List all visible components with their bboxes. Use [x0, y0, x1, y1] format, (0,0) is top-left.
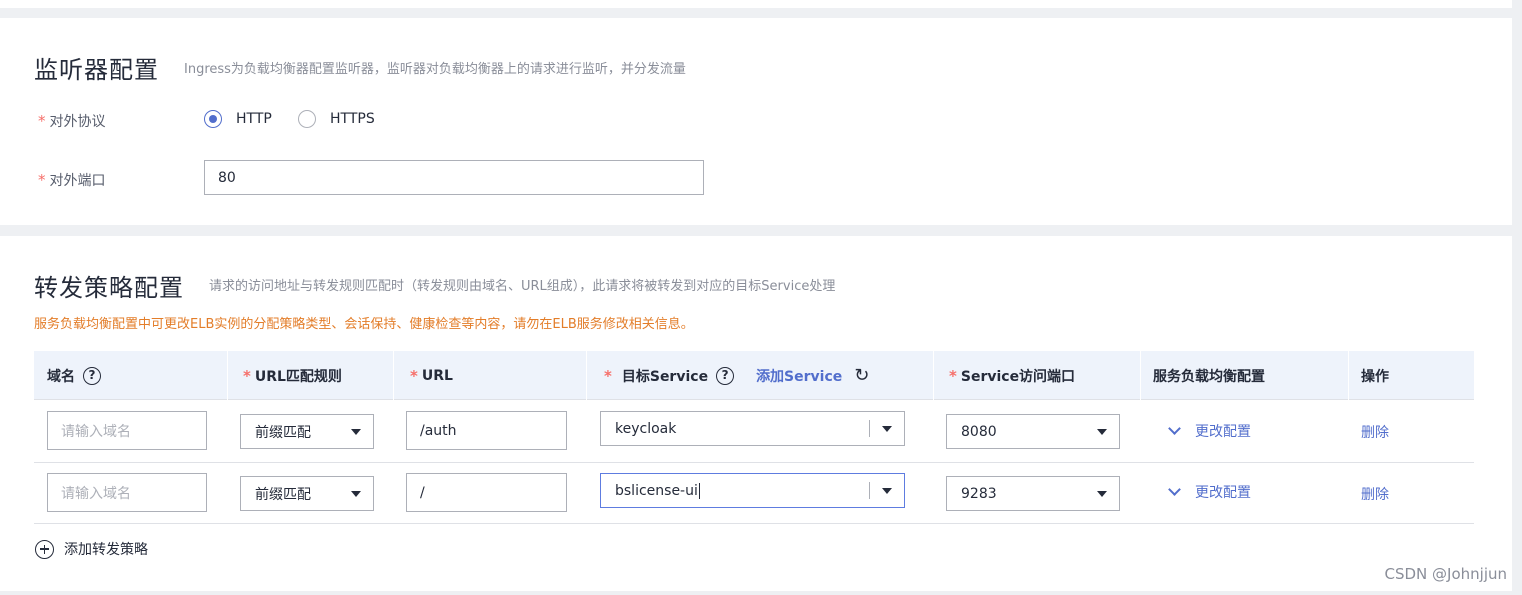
radio-https-label: HTTPS: [330, 111, 375, 127]
delete-link[interactable]: 删除: [1361, 484, 1389, 504]
select-separator: [869, 420, 870, 437]
caret-down-icon: [1097, 428, 1107, 435]
header-divider: [1140, 351, 1141, 400]
add-rule-button[interactable]: 添加转发策略: [35, 539, 148, 559]
radio-checked-icon: [204, 110, 222, 128]
th-target-service: * 目标Service? 添加Service ↻: [604, 351, 869, 400]
required-mark: *: [949, 366, 957, 385]
th-actions-text: 操作: [1361, 368, 1389, 385]
target-service-select[interactable]: keycloak: [600, 411, 905, 446]
radio-http-label: HTTP: [236, 111, 272, 127]
header-divider: [933, 351, 934, 400]
match-rule-select[interactable]: 前缀匹配: [240, 476, 374, 511]
radio-https[interactable]: HTTPS: [298, 110, 375, 128]
required-mark: *: [38, 112, 46, 130]
domain-input[interactable]: 请输入域名: [47, 473, 207, 512]
chevron-down-icon: [1168, 483, 1181, 496]
th-match-rule-text: URL匹配规则: [254, 368, 342, 385]
header-divider: [227, 351, 228, 400]
add-service-link[interactable]: 添加Service: [756, 366, 842, 386]
forward-title: 转发策略配置: [34, 274, 184, 302]
row-divider: [34, 523, 1474, 524]
radio-http[interactable]: HTTP: [204, 110, 272, 128]
port-label-text: 对外端口: [49, 173, 106, 189]
url-input[interactable]: /auth: [406, 411, 567, 450]
match-rule-value: 前缀匹配: [255, 424, 311, 441]
caret-down-icon: [351, 490, 361, 497]
delete-link[interactable]: 删除: [1361, 422, 1389, 442]
th-url: * URL: [410, 351, 453, 400]
add-rule-text: 添加转发策略: [64, 542, 148, 558]
port-input[interactable]: 80: [204, 160, 704, 195]
service-port-select[interactable]: 8080: [946, 414, 1120, 449]
radio-unchecked-icon: [298, 110, 316, 128]
required-mark: *: [604, 366, 612, 385]
th-match-rule: * URL匹配规则: [243, 351, 342, 400]
lb-config-toggle[interactable]: 更改配置: [1168, 421, 1251, 441]
target-service-value: keycloak: [615, 420, 677, 437]
match-rule-select[interactable]: 前缀匹配: [240, 414, 374, 449]
question-circle-icon[interactable]: ?: [83, 366, 101, 385]
required-mark: *: [410, 366, 418, 385]
caret-down-icon: [351, 428, 361, 435]
chevron-down-icon: [1168, 422, 1181, 435]
watermark: CSDN @Johnjjun: [1384, 565, 1508, 583]
lb-config-text: 更改配置: [1195, 424, 1251, 440]
select-separator: [869, 482, 870, 499]
target-service-select[interactable]: bslicense-ui: [600, 473, 905, 508]
service-port-select[interactable]: 9283: [946, 476, 1120, 511]
service-port-value: 9283: [961, 485, 997, 502]
caret-down-icon: [882, 425, 892, 432]
th-target-service-text: 目标Service: [621, 368, 709, 385]
text-cursor: [698, 482, 700, 499]
plus-circle-icon: [35, 539, 54, 559]
lb-config-text: 更改配置: [1195, 485, 1251, 501]
th-lb-config-text: 服务负载均衡配置: [1153, 368, 1265, 385]
th-url-text: URL: [421, 367, 453, 384]
listener-description: Ingress为负载均衡器配置监听器，监听器对负载均衡器上的请求进行监听，并分发…: [184, 62, 686, 77]
row-divider: [34, 462, 1474, 463]
url-input[interactable]: /: [406, 473, 567, 512]
header-divider: [393, 351, 394, 400]
protocol-label: * 对外协议: [38, 111, 106, 131]
lb-config-toggle[interactable]: 更改配置: [1168, 482, 1251, 502]
th-actions: 操作: [1361, 351, 1389, 400]
header-divider: [586, 351, 587, 400]
forward-warning: 服务负载均衡配置中可更改ELB实例的分配策略类型、会话保持、健康检查等内容，请勿…: [34, 317, 694, 332]
rules-table-header: 域名? * URL匹配规则 * URL * 目标Service? 添加Service ↻ …: [34, 351, 1474, 400]
refresh-icon[interactable]: ↻: [854, 365, 869, 386]
service-port-value: 8080: [961, 423, 997, 440]
port-label: * 对外端口: [38, 170, 106, 190]
caret-down-icon: [882, 487, 892, 494]
target-service-value: bslicense-ui: [615, 482, 698, 499]
th-domain-text: 域名: [47, 368, 75, 385]
forward-description: 请求的访问地址与转发规则匹配时（转发规则由域名、URL组成），此请求将被转发到对…: [209, 279, 836, 294]
question-circle-icon[interactable]: ?: [716, 366, 735, 385]
protocol-label-text: 对外协议: [49, 114, 106, 130]
header-divider: [1348, 351, 1349, 400]
required-mark: *: [243, 366, 251, 385]
required-mark: *: [38, 171, 46, 189]
caret-down-icon: [1097, 490, 1107, 497]
th-service-port-text: Service访问端口: [960, 368, 1076, 385]
th-lb-config: 服务负载均衡配置: [1153, 351, 1265, 400]
domain-input[interactable]: 请输入域名: [47, 411, 207, 450]
th-domain: 域名?: [47, 351, 101, 400]
th-service-port: * Service访问端口: [949, 351, 1075, 400]
listener-title: 监听器配置: [34, 56, 159, 84]
top-card: [0, 0, 1512, 8]
match-rule-value: 前缀匹配: [255, 486, 311, 503]
